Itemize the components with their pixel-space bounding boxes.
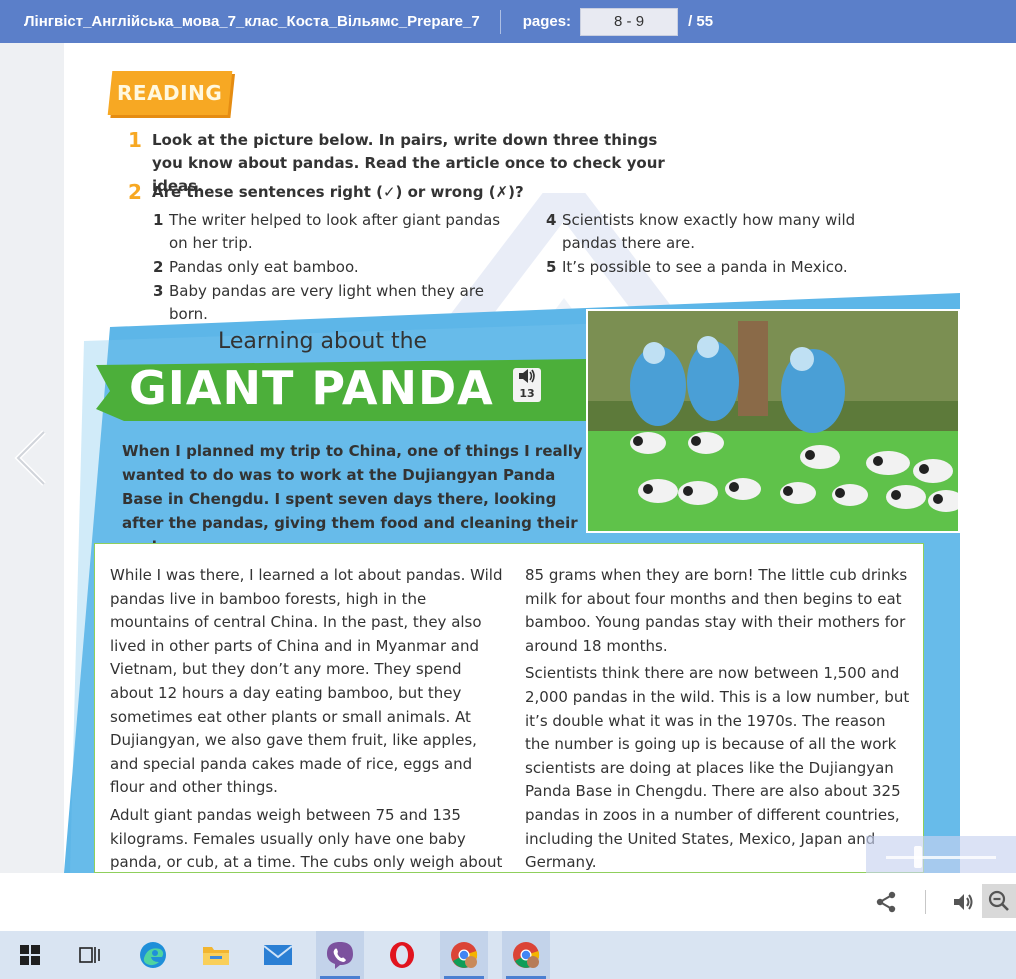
edge-icon [140,942,166,968]
volume-icon [954,894,973,910]
windows-icon [20,945,40,965]
toolbar-divider [925,890,926,914]
edge-taskbar-button[interactable] [129,931,177,979]
share-button[interactable] [871,887,901,917]
task-view-button[interactable] [66,931,114,979]
chrome-icon [513,942,540,968]
task-2: 2 Are these sentences right (✓) or wrong… [128,181,708,207]
article-paragraph: While I was there, I learned a lot about… [110,566,503,797]
zoom-slider-handle[interactable] [914,846,922,868]
pages-total: / 55 [688,13,714,30]
audio-track-button[interactable]: 13 [513,368,541,402]
document-viewer: READING 1 Look at the picture below. In … [0,43,1016,878]
section-tag-label: READING [117,81,223,105]
article-paragraph: 85 grams when they are born! The little … [525,566,908,655]
volume-button[interactable] [948,887,978,917]
chrome-taskbar-button[interactable] [440,931,488,979]
task-number: 1 [128,128,142,152]
section-tag: READING [107,71,233,115]
start-button[interactable] [6,931,54,979]
task-text: Are these sentences right (✓) or wrong (… [152,183,524,201]
statement-text: The writer helped to look after giant pa… [169,211,501,252]
opera-icon [390,942,414,968]
chrome-taskbar-button-2[interactable] [502,931,550,979]
article-column-right: 85 grams when they are born! The little … [525,564,913,873]
article-kicker: Learning about the [218,329,428,354]
chrome-icon [451,942,478,968]
viber-icon [327,942,353,969]
article-headline: GIANT PANDA [129,361,494,415]
windows-taskbar [0,931,1016,979]
viewer-toolbar [0,873,1016,931]
article-paragraph: Adult giant pandas weigh between 75 and … [110,805,503,872]
statement-number: 1 [153,211,164,229]
task-1: 1 Look at the picture below. In pairs, w… [128,128,708,196]
document-title: Лінгвіст_Англійська_мова_7_клас_Коста_Ві… [24,13,480,30]
file-explorer-taskbar-button[interactable] [192,931,240,979]
statement-number: 4 [546,211,557,229]
pandas-photo [586,309,960,533]
article-column-left: While I was there, I learned a lot about… [110,564,506,873]
task-number: 2 [128,180,142,204]
article-body: While I was there, I learned a lot about… [94,543,924,873]
article-intro: When I planned my trip to China, one of … [122,442,583,556]
statement-text: Scientists know exactly how many wild pa… [562,211,856,252]
viber-taskbar-button[interactable] [316,931,364,979]
pages-label: pages: [522,13,572,30]
task-view-icon [79,947,100,963]
share-icon [876,891,896,913]
book-page: READING 1 Look at the picture below. In … [64,43,1016,873]
chevron-left-icon [14,430,46,486]
statement-text: Pandas only eat bamboo. [169,258,359,276]
viewer-header: Лінгвіст_Англійська_мова_7_клас_Коста_Ві… [0,0,1016,43]
folder-icon [203,947,229,965]
opera-taskbar-button[interactable] [378,931,426,979]
pandas-photo-illustration [588,311,958,531]
zoom-out-icon [988,890,1009,911]
zoom-out-button[interactable] [982,884,1016,918]
zoom-slider-track[interactable] [886,856,996,859]
speaker-icon [519,369,535,383]
previous-page-button[interactable] [10,428,50,488]
pages-input[interactable]: 8 - 9 [580,7,679,36]
statement-number: 5 [546,258,557,276]
zoom-slider[interactable] [866,836,1016,878]
mail-taskbar-button[interactable] [254,931,302,979]
audio-track-number: 13 [519,387,535,400]
article-paragraph: Scientists think there are now between 1… [525,664,910,872]
statement-text: It’s possible to see a panda in Mexico. [562,258,848,276]
header-divider [499,9,501,34]
mail-icon [263,945,293,965]
statement-number: 2 [153,258,164,276]
